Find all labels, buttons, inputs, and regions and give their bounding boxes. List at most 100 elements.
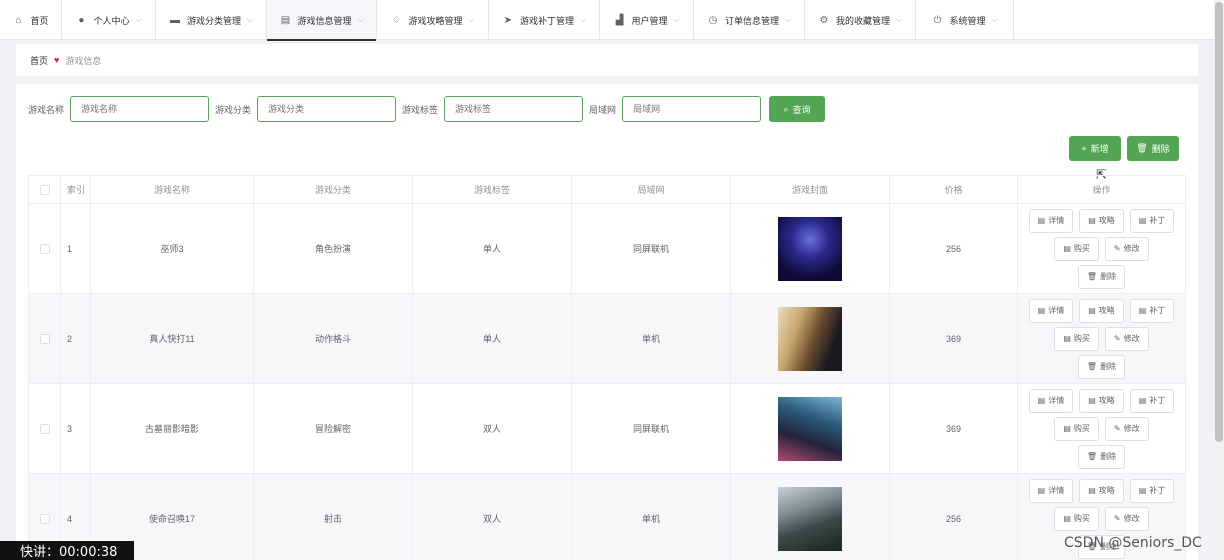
nav-item-9[interactable]: ⏻ 系统管理 ⌵ (916, 0, 1014, 40)
guide-button[interactable]: ▤ 攻略 (1079, 388, 1124, 413)
trash-icon: 🗑 (1136, 143, 1148, 153)
patch-button[interactable]: ▤ 补丁 (1129, 388, 1175, 413)
guide-button-label: 攻略 (1098, 396, 1115, 405)
row-checkbox[interactable] (39, 513, 50, 524)
buy-button[interactable]: ▤ 购买 (1054, 236, 1099, 261)
table-header: 索引 游戏名称 游戏分类 游戏标签 局域网 游戏封面 价格 操作 (29, 176, 1185, 204)
main-panel: 游戏名称 游戏分类 游戏标签 局域网 ⌕ 查询 + 新增 🗑 删除 ⇱ 索引 游… (16, 84, 1198, 560)
query-button[interactable]: ⌕ 查询 (769, 96, 826, 122)
nav-item-label: 游戏攻略管理 (408, 15, 463, 26)
nav-item-0[interactable]: ⌂ 首页 (0, 0, 62, 40)
doc-icon: ▤ (1088, 216, 1096, 225)
edit-icon: ✎ (1113, 334, 1121, 343)
top-nav: ⌂ 首页 ● 个人中心 ⌵ ▬ 游戏分类管理 ⌵ ▤ 游戏信息管理 ⌵ ♢ 游戏攻略管理 ⌵ ➤ 游戏补丁管理… (0, 0, 1214, 41)
nav-item-5[interactable]: ➤ 游戏补丁管理 ⌵ (489, 0, 600, 40)
add-button-label: 新增 (1090, 144, 1109, 154)
doc-icon: ▤ (1037, 396, 1046, 405)
table-row: 3 古墓丽影暗影 冒险解密 双人 同屏联机 369 ▤ 详情 ▤ 攻略 ▤ 补丁 ▤ 购… (29, 384, 1185, 474)
doc-icon: ▤ (1063, 424, 1071, 433)
detail-button[interactable]: ▤ 详情 (1028, 208, 1074, 233)
edit-button[interactable]: ✎ 修改 (1104, 326, 1149, 351)
game-category-input[interactable] (257, 96, 397, 122)
select-all-checkbox[interactable] (39, 184, 50, 195)
chevron-down-icon: ⌵ (784, 15, 792, 24)
buy-button[interactable]: ▤ 购买 (1054, 326, 1099, 351)
edit-button-label: 修改 (1123, 334, 1140, 343)
chevron-down-icon: ⌵ (673, 15, 680, 24)
doc-icon: ▤ (1063, 334, 1071, 343)
guide-button-label: 攻略 (1098, 306, 1115, 315)
patch-button[interactable]: ▤ 补丁 (1129, 298, 1175, 323)
nav-item-4[interactable]: ♢ 游戏攻略管理 ⌵ (377, 0, 489, 40)
patch-button-label: 补丁 (1149, 486, 1166, 495)
buy-button-label: 购买 (1073, 244, 1090, 253)
search-icon: ⌕ (783, 103, 789, 114)
guide-button[interactable]: ▤ 攻略 (1079, 208, 1124, 233)
row-game-name: 古墓丽影暗影 (91, 384, 254, 473)
lan-input[interactable] (622, 96, 762, 122)
edit-button[interactable]: ✎ 修改 (1104, 416, 1149, 441)
row-select-cell (29, 384, 61, 473)
table-row: 4 使命召唤17 射击 双人 单机 256 ▤ 详情 ▤ 攻略 ▤ 补丁 ▤ 购买 ✎ 修… (29, 474, 1185, 560)
nav-item-6[interactable]: ▟ 用户管理 ⌵ (600, 0, 694, 40)
game-cover-image[interactable] (778, 306, 842, 371)
detail-button-label: 详情 (1048, 486, 1065, 495)
row-cover-cell (731, 294, 890, 383)
row-checkbox[interactable] (39, 423, 50, 434)
nav-item-label: 订单信息管理 (724, 15, 779, 26)
row-checkbox[interactable] (39, 333, 50, 344)
guide-button[interactable]: ▤ 攻略 (1079, 478, 1124, 503)
game-cover-image[interactable] (778, 396, 842, 461)
breadcrumb-home[interactable]: 首页 (30, 54, 48, 67)
delete-button-label: 删除 (1100, 272, 1117, 281)
nav-item-8[interactable]: ⚙ 我的收藏管理 ⌵ (805, 0, 916, 40)
user-icon: ● (78, 14, 85, 26)
buy-button[interactable]: ▤ 购买 (1054, 506, 1099, 531)
vertical-scrollbar-thumb[interactable] (1215, 2, 1223, 442)
buy-button[interactable]: ▤ 购买 (1054, 416, 1099, 441)
nav-item-label: 个人中心 (93, 15, 130, 26)
row-lan: 单机 (572, 294, 731, 383)
chat-icon: ▬ (169, 14, 180, 26)
patch-button[interactable]: ▤ 补丁 (1129, 478, 1175, 503)
guide-button[interactable]: ▤ 攻略 (1079, 298, 1124, 323)
nav-item-2[interactable]: ▬ 游戏分类管理 ⌵ (156, 0, 267, 40)
doc-icon: ▤ (1138, 486, 1147, 495)
doc-icon: ▤ (1138, 396, 1147, 405)
edit-button[interactable]: ✎ 修改 (1104, 506, 1149, 531)
delete-button[interactable]: 🗑 删除 (1077, 444, 1126, 469)
patch-button[interactable]: ▤ 补丁 (1129, 208, 1175, 233)
nav-item-7[interactable]: ◷ 订单信息管理 ⌵ (694, 0, 805, 40)
header-lan: 局域网 (572, 176, 731, 203)
send-icon: ➤ (503, 14, 513, 26)
game-cover-image[interactable] (778, 216, 842, 281)
doc-icon: ▤ (1088, 486, 1096, 495)
breadcrumb-current: 游戏信息 (65, 55, 102, 66)
nav-item-1[interactable]: ● 个人中心 ⌵ (62, 0, 156, 40)
game-tag-input[interactable] (444, 96, 584, 122)
batch-delete-button[interactable]: 🗑 删除 (1127, 136, 1179, 161)
game-cover-image[interactable] (778, 486, 842, 551)
heart-icon: ♥ (54, 55, 60, 65)
detail-button[interactable]: ▤ 详情 (1028, 298, 1074, 323)
delete-button[interactable]: 🗑 删除 (1077, 264, 1126, 289)
row-cover-cell (731, 474, 890, 560)
power-icon: ⏻ (933, 14, 942, 26)
nav-item-label: 系统管理 (949, 15, 986, 26)
edit-button[interactable]: ✎ 修改 (1104, 236, 1149, 261)
delete-button[interactable]: 🗑 删除 (1077, 354, 1126, 379)
doc-icon: ▤ (1088, 306, 1096, 315)
add-button[interactable]: + 新增 (1069, 136, 1121, 161)
batch-delete-button-label: 删除 (1151, 144, 1170, 154)
doc-icon: ▤ (1138, 216, 1147, 225)
detail-button[interactable]: ▤ 详情 (1028, 388, 1074, 413)
row-checkbox[interactable] (39, 243, 50, 254)
query-button-label: 查询 (792, 104, 811, 115)
row-tag: 双人 (413, 474, 572, 560)
trash-icon: 🗑 (1086, 362, 1098, 371)
doc-icon: ▤ (1138, 306, 1147, 315)
nav-item-3[interactable]: ▤ 游戏信息管理 ⌵ (267, 0, 377, 41)
detail-button[interactable]: ▤ 详情 (1028, 478, 1074, 503)
game-name-input[interactable] (70, 96, 210, 122)
row-actions: ▤ 详情 ▤ 攻略 ▤ 补丁 ▤ 购买 ✎ 修改 🗑 删除 (1018, 204, 1185, 293)
